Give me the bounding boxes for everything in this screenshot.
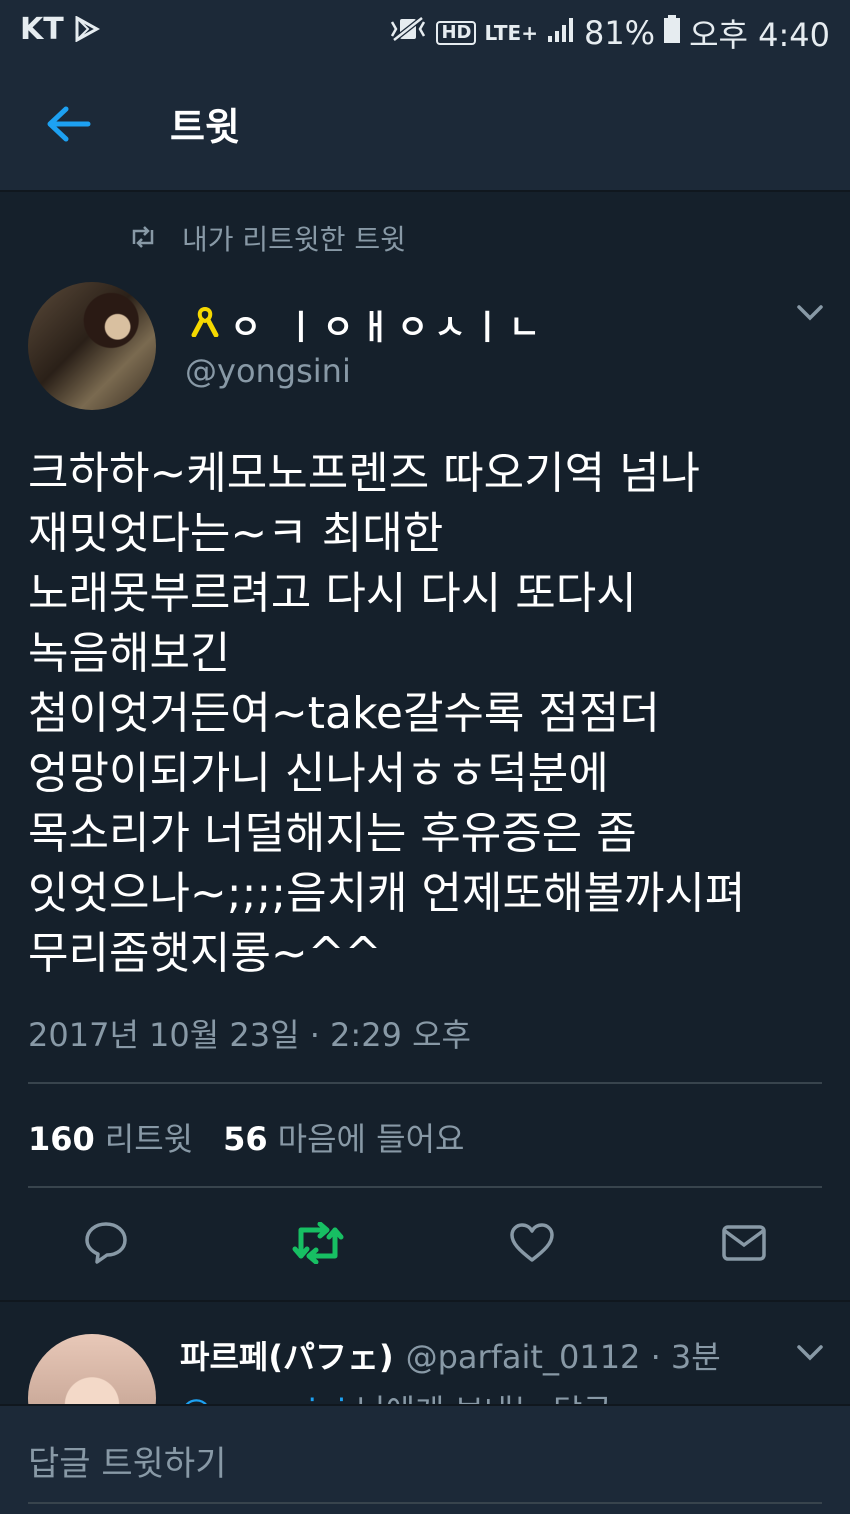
reply-preview[interactable]: 파르페(パフェ) @parfait_0112 · 3분 @yongsini 님에… [0, 1300, 850, 1406]
yellow-ribbon-icon [190, 305, 220, 345]
reply-avatar[interactable] [28, 1334, 156, 1406]
retweet-stat-label: 리트윗 [104, 1120, 194, 1158]
like-button[interactable] [502, 1210, 562, 1280]
hd-voice-icon: HD [436, 21, 477, 45]
like-count: 56 [223, 1120, 268, 1158]
reply-author-name[interactable]: 파르페(パフェ) [180, 1332, 394, 1378]
reply-handle-time: @parfait_0112 · 3분 [405, 1338, 721, 1376]
retweet-icon [290, 1221, 346, 1268]
status-icons: HD LTE+ 81% 오후 4:40 [388, 10, 830, 56]
like-stat-label: 마음에 들어요 [277, 1120, 465, 1158]
tweet-actions [0, 1210, 850, 1280]
display-name[interactable]: ㅇ ㅣㅇㅐㅇㅅㅣㄴ [230, 300, 546, 349]
battery-percent: 81% [583, 14, 656, 52]
divider [28, 1082, 822, 1084]
retweeted-by-note: 내가 리트윗한 트윗 [128, 218, 406, 258]
vibrate-mute-icon [388, 14, 428, 52]
carrier-label: KT [20, 12, 64, 47]
reply-input[interactable]: 답글 트윗하기 [28, 1436, 822, 1504]
chevron-down-icon[interactable] [796, 304, 824, 326]
author-name-row: ㅇ ㅣㅇㅐㅇㅅㅣㄴ [190, 300, 546, 349]
tweet-timestamp: 2017년 10월 23일 · 2:29 오후 [28, 1016, 471, 1054]
back-arrow-icon[interactable] [44, 104, 92, 144]
divider [28, 1186, 822, 1188]
direct-message-button[interactable] [714, 1210, 774, 1280]
play-store-icon [74, 15, 101, 46]
reply-button[interactable] [76, 1210, 136, 1280]
signal-icon [546, 14, 576, 52]
like-stat[interactable]: 56 마음에 들어요 [223, 1114, 464, 1160]
reply-context: @yongsini 님에게 보내는 답글 [180, 1386, 612, 1406]
user-handle[interactable]: @yongsini [185, 352, 351, 390]
status-bar: KT HD LTE+ 81% 오후 4:40 [0, 0, 850, 58]
avatar[interactable] [28, 282, 156, 410]
tweet-text: 크하하~케모노프렌즈 따오기역 넘나 재밋엇다는~ㅋ 최대한 노래못부르려고 다… [28, 448, 746, 979]
app-bar: 트윗 [0, 58, 850, 192]
reply-icon [83, 1220, 129, 1270]
tweet-stats: 160 리트윗 56 마음에 들어요 [28, 1114, 464, 1160]
chevron-down-icon[interactable] [796, 1344, 824, 1366]
reply-header: 파르페(パフェ) @parfait_0112 · 3분 [180, 1332, 721, 1378]
lte-icon: LTE+ [484, 21, 538, 45]
retweet-small-icon [128, 222, 158, 255]
envelope-icon [721, 1223, 767, 1267]
compose-bar: 답글 트윗하기 [0, 1404, 850, 1514]
page-title: 트윗 [170, 105, 240, 149]
retweet-count: 160 [28, 1120, 95, 1158]
heart-icon [509, 1222, 555, 1268]
retweet-note-label: 내가 리트윗한 트윗 [182, 223, 406, 256]
retweet-button[interactable] [288, 1210, 348, 1280]
clock: 오후 4:40 [689, 16, 830, 54]
battery-icon [663, 14, 681, 52]
retweet-stat[interactable]: 160 리트윗 [28, 1114, 193, 1160]
